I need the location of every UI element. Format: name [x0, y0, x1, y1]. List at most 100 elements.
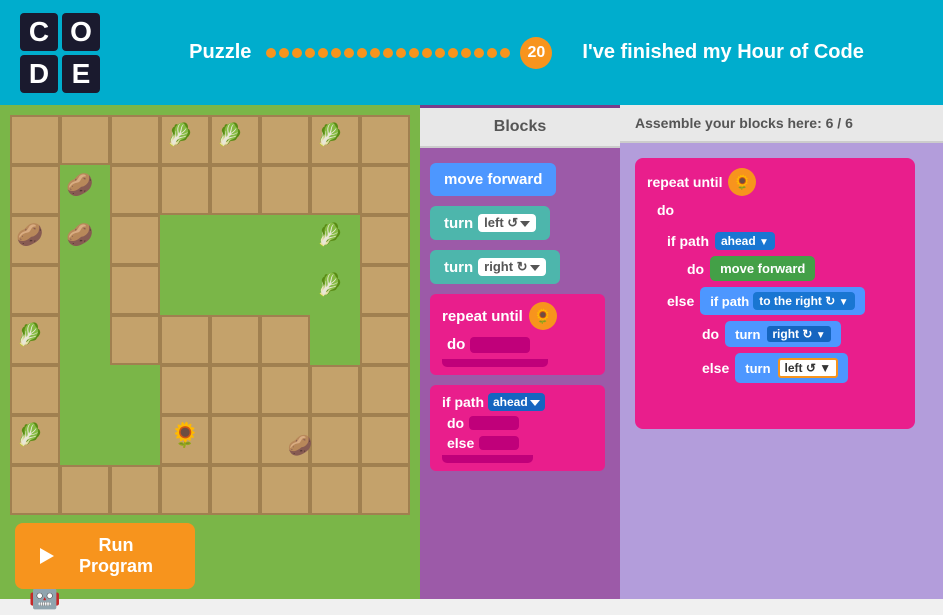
repeat-bottom-cap [442, 359, 548, 367]
main: 🥔 🥔 🥬 🥬 🥬 🥔 🥬 🥬 🥬 🥬 🌻 🥔 🤖 Run Program [0, 105, 943, 599]
dot-6 [331, 48, 341, 58]
enemy-char: 🥬 [160, 115, 200, 155]
repeat-until-text: repeat until [647, 174, 722, 190]
finished-text: I've finished my Hour of Code [582, 41, 863, 64]
sunflower-icon: 🌻 [529, 302, 557, 330]
if-label: if path [442, 394, 484, 410]
turn-right-assembled: turn right ↻ ▼ [725, 321, 841, 347]
turn-label: turn [444, 259, 473, 276]
dot-4 [305, 48, 315, 58]
stone-tile [310, 165, 360, 215]
dot-3 [292, 48, 302, 58]
dot-10 [383, 48, 393, 58]
stone-tile [110, 315, 160, 365]
do-row2: do [442, 415, 593, 431]
dot-11 [396, 48, 406, 58]
else-text2: else [702, 360, 729, 376]
stone-tile [210, 165, 260, 215]
dot-17 [474, 48, 484, 58]
do-slot2 [469, 416, 519, 430]
stone-tile [10, 465, 60, 515]
dot-2 [279, 48, 289, 58]
dot-5 [318, 48, 328, 58]
else-turn-left-row: else turn left ↺ ▼ [667, 353, 893, 383]
stone-tile [210, 315, 260, 365]
stone-tile [360, 115, 410, 165]
stone-tile [110, 215, 160, 265]
dot-8 [357, 48, 367, 58]
else-label: else [447, 435, 474, 451]
turn-left-modifier: left ↺ [478, 214, 536, 232]
assembled-block: repeat until 🌻 do if path ahead ▼ [635, 158, 915, 429]
stone-tile [310, 365, 360, 415]
do-row-assembled: do [657, 202, 903, 218]
sunflower-assembled: 🌻 [728, 168, 756, 196]
stone-tile [360, 165, 410, 215]
do-row: do [442, 336, 593, 353]
stone-tile [60, 115, 110, 165]
move-forward-label: move forward [444, 171, 542, 188]
stone-tile [360, 465, 410, 515]
stone-tile [10, 265, 60, 315]
stone-tile [260, 165, 310, 215]
dot-19 [500, 48, 510, 58]
logo-o: O [62, 13, 100, 51]
else-text: else [667, 293, 694, 309]
puzzle-area: Puzzle 20 I've finished my Hour of Code [130, 37, 923, 69]
if-path-text: if path [667, 233, 709, 249]
outer-cap [657, 407, 854, 419]
move-forward-assembled: move forward [710, 256, 815, 281]
stone-tile [210, 365, 260, 415]
run-program-button[interactable]: Run Program [15, 523, 195, 589]
right-tag: right ↻ ▼ [767, 326, 830, 342]
do-turn-right-row: do turn right ↻ ▼ [667, 321, 893, 347]
header: C O D E Puzzle 20 I've fin [0, 0, 943, 105]
maze: 🥔 🥔 🥬 🥬 🥬 🥔 🥬 🥬 🥬 🥬 🌻 🥔 🤖 [10, 115, 410, 515]
do-nested-area: do if path ahead ▼ do move forward [657, 202, 903, 419]
move-forward-block[interactable]: move forward [430, 163, 556, 196]
stone-tile [260, 365, 310, 415]
if-row: if path ahead [442, 393, 593, 411]
enemy-char: 🥔 [60, 215, 100, 255]
stone-tile [210, 415, 260, 465]
else-slot [479, 436, 519, 450]
turn-right-block[interactable]: turn right ↻ [430, 250, 560, 284]
enemy-char: 🥔 [280, 425, 320, 465]
enemy-char: 🥬 [310, 215, 350, 255]
logo-d: D [20, 55, 58, 93]
stone-tile [360, 365, 410, 415]
turn-left-block[interactable]: turn left ↺ [430, 206, 550, 240]
stone-tile [310, 465, 360, 515]
turn-right-modifier: right ↻ [478, 258, 545, 276]
blocks-content: move forward turn left ↺ turn right ↻ re… [420, 148, 620, 486]
do-slot [470, 337, 530, 353]
logo-e: E [62, 55, 100, 93]
repeat-until-row: repeat until 🌻 [647, 168, 903, 196]
blocks-panel-header: Blocks [420, 108, 620, 148]
if-path-block[interactable]: if path ahead do else [430, 385, 605, 471]
sunflower-hero: 🌻 [165, 415, 205, 455]
dot-7 [344, 48, 354, 58]
repeat-block-header: repeat until 🌻 [442, 302, 593, 330]
stone-tile [160, 465, 210, 515]
stone-tile [110, 165, 160, 215]
turn-left-assembled: turn left ↺ ▼ [735, 353, 848, 383]
stone-tile [210, 465, 260, 515]
dot-18 [487, 48, 497, 58]
enemy-char: 🥬 [10, 315, 50, 355]
run-button-label: Run Program [62, 535, 170, 577]
stone-tile [60, 465, 110, 515]
repeat-until-block[interactable]: repeat until 🌻 do [430, 294, 605, 375]
stone-tile [10, 365, 60, 415]
enemy-char: 🥔 [60, 165, 100, 205]
left-tag: left ↺ ▼ [778, 358, 839, 378]
stone-tile [260, 465, 310, 515]
if-path-right-block: if path to the right ↻ ▼ [700, 287, 864, 315]
stone-tile [110, 465, 160, 515]
ahead-tag: ahead ▼ [715, 232, 775, 250]
stone-tile [110, 265, 160, 315]
else-row: else [442, 435, 593, 451]
inner-cap [667, 389, 803, 397]
if-path-row: if path ahead ▼ [667, 232, 893, 250]
nested-if-block: if path ahead ▼ do move forward else if … [657, 224, 903, 405]
